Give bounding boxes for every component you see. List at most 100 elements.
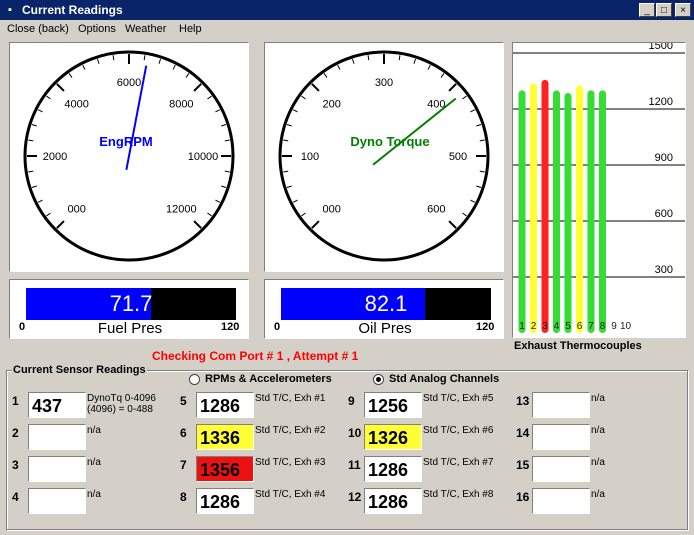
thermocouple-number: 10: [620, 321, 632, 332]
thermocouple-number: 2: [531, 321, 537, 332]
rpm-gauge-tick-label: 2000: [43, 151, 67, 163]
menu-bar: Close (back) Options Weather Help: [0, 20, 694, 39]
thermocouple-title: Exhaust Thermocouples: [514, 340, 642, 352]
oil-pres-max: 120: [476, 321, 495, 333]
rpm-accel-radio[interactable]: [189, 374, 200, 385]
thermocouple-bar: [564, 92, 572, 333]
channel-description: Std T/C, Exh #8: [423, 489, 494, 500]
channel-description: n/a: [591, 425, 605, 436]
thermocouple-number: 6: [577, 321, 583, 332]
maximize-button[interactable]: □: [656, 3, 672, 17]
thermocouple-bar: [541, 79, 549, 333]
title-bar: ▪ Current Readings _ □ ×: [0, 0, 694, 20]
channel-description: Std T/C, Exh #4: [255, 489, 326, 500]
channel-value: 437: [28, 392, 86, 418]
tq-gauge-tick-label: 300: [375, 77, 393, 89]
thermocouple-bar: [553, 90, 560, 333]
tq-gauge-tick-label: 000: [322, 203, 340, 215]
oil-pres-value: 82.1: [364, 291, 408, 316]
channel-number: 1: [12, 394, 19, 408]
status-message: Checking Com Port # 1 , Attempt # 1: [152, 349, 359, 363]
thermocouple-number: 5: [565, 321, 571, 332]
channel-description: Std T/C, Exh #1: [255, 393, 326, 404]
channel-description-line2: (4096) = 0-488: [87, 404, 153, 415]
channel-number: 13: [516, 394, 530, 408]
channel-number: 11: [348, 458, 361, 472]
torque-gauge-label: Dyno Torque: [350, 134, 429, 149]
std-analog-radio[interactable]: [373, 374, 384, 385]
rpm-gauge-tick-label: 8000: [169, 99, 193, 111]
menu-options[interactable]: Options: [78, 23, 116, 35]
thermocouple-scale: 1500 1200 900 600 300: [649, 40, 673, 276]
thermocouple-scale-label: 600: [655, 208, 673, 220]
channel-value: [28, 456, 86, 482]
channel-description: n/a: [591, 489, 605, 500]
channel-description: Std T/C, Exh #2: [255, 425, 326, 436]
rpm-gauge-panel: 000 2000 4000 6000 8000 10000 12000 EngRPM: [9, 42, 249, 272]
channel-value: [532, 456, 590, 482]
channel-description: Std T/C, Exh #6: [423, 425, 494, 436]
thermocouple-scale-label: 900: [655, 152, 673, 164]
oil-pres-bar: 82.1: [281, 288, 491, 320]
channel-description: Std T/C, Exh #3: [255, 457, 326, 468]
torque-gauge: 000100200300400500600 Dyno Torque: [278, 50, 490, 262]
tq-gauge-tick-label: 500: [449, 151, 467, 163]
rpm-gauge-tick-label: 000: [67, 203, 85, 215]
rpm-gauge-label: EngRPM: [99, 134, 152, 149]
thermocouple-chart: 1 2 3 4 5 6 7 8 9 10 1500 1200 900 600 300: [513, 40, 685, 333]
menu-help[interactable]: Help: [179, 23, 202, 35]
thermocouple-bar: [530, 83, 537, 333]
torque-gauge-panel: 000 100 200 300 400 500 600 Dyno Torque: [264, 42, 504, 272]
tq-gauge-tick-label: 600: [427, 203, 445, 215]
channel-value: [532, 424, 590, 450]
thermocouple-number: 9: [611, 321, 617, 332]
rpm-gauge-tick-label: 10000: [188, 151, 219, 163]
thermocouple-numbers: 1 2 3 4 5 6 7 8 9 10: [519, 321, 631, 332]
channel-value: 1326: [364, 424, 422, 450]
thermocouple-number: 1: [519, 321, 525, 332]
channel-number: 14: [516, 426, 530, 440]
channel-number: 5: [180, 394, 187, 408]
channel-number: 10: [348, 426, 362, 440]
channel-description: n/a: [591, 393, 605, 404]
channel-value: 1356: [196, 456, 254, 482]
channel-description: Std T/C, Exh #7: [423, 457, 494, 468]
channel-value: [532, 392, 590, 418]
thermocouple-bar: [518, 90, 526, 333]
tq-gauge-tick-label: 100: [301, 151, 319, 163]
channel-value: 1256: [364, 392, 422, 418]
fuel-pres-bar: 71.7: [26, 288, 236, 320]
channel-number: 2: [12, 426, 19, 440]
sensor-readings-title: Current Sensor Readings: [12, 364, 147, 376]
app-icon[interactable]: ▪: [3, 3, 17, 17]
rpm-accel-label[interactable]: RPMs & Accelerometers: [205, 373, 332, 385]
channel-description: Std T/C, Exh #5: [423, 393, 494, 404]
thermocouple-bars: [518, 79, 606, 333]
channel-description: n/a: [87, 425, 101, 436]
channel-number: 6: [180, 426, 187, 440]
rpm-gauge-tick-label: 12000: [166, 203, 197, 215]
thermocouple-scale-label: 1200: [649, 96, 673, 108]
thermocouple-scale-label: 300: [655, 264, 673, 276]
channel-number: 7: [180, 458, 187, 472]
oil-pres-panel: 82.1 0 120 Oil Pres: [264, 279, 504, 339]
thermocouple-bar: [576, 85, 583, 333]
channel-number: 3: [12, 458, 19, 472]
thermocouple-scale-label: 1500: [649, 43, 673, 52]
channel-value: 1286: [364, 456, 422, 482]
std-analog-label[interactable]: Std Analog Channels: [389, 373, 499, 385]
channel-description: DynoTq 0-4096: [87, 393, 156, 404]
menu-close-back[interactable]: Close (back): [7, 23, 69, 35]
menu-weather[interactable]: Weather: [125, 23, 166, 35]
rpm-gauge-tick-label: 6000: [117, 77, 141, 89]
channel-value: [28, 424, 86, 450]
close-button[interactable]: ×: [675, 3, 691, 17]
oil-pres-min: 0: [274, 321, 281, 333]
channel-value: [28, 488, 86, 514]
minimize-button[interactable]: _: [639, 3, 655, 17]
thermocouple-number: 4: [554, 321, 560, 332]
fuel-pres-min: 0: [19, 321, 26, 333]
channel-number: 12: [348, 490, 362, 504]
thermocouple-number: 8: [600, 321, 606, 332]
rpm-gauge-tick-label: 4000: [64, 99, 88, 111]
